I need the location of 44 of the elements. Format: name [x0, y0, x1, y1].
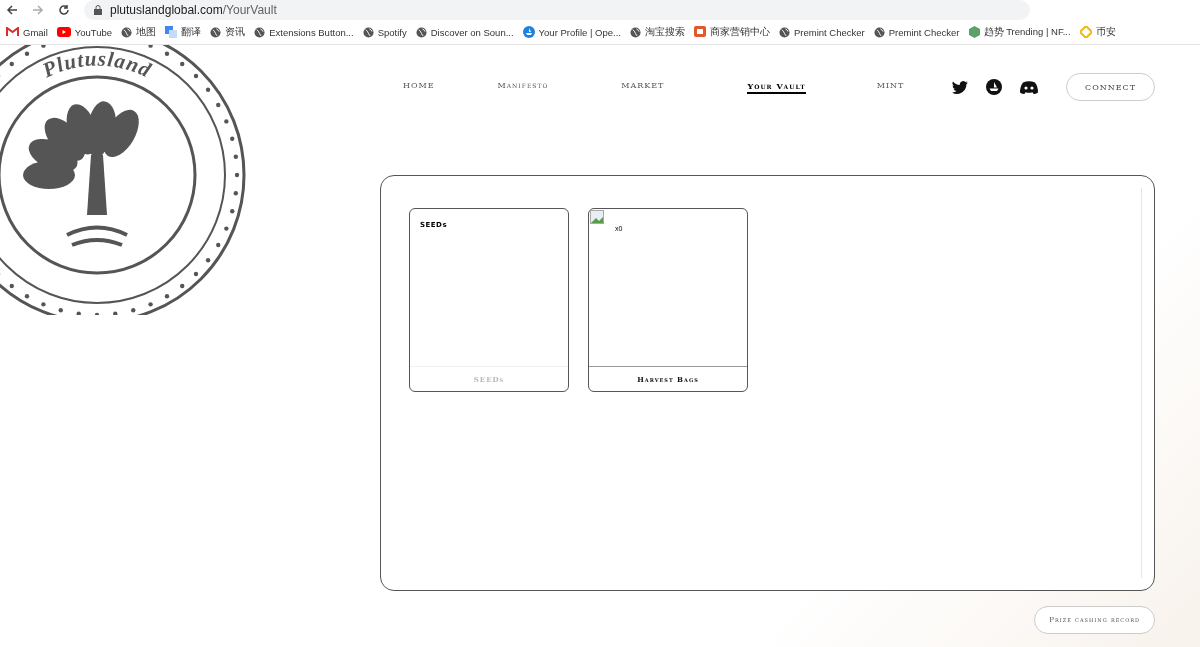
bookmark[interactable]: Discover on Soun... [415, 26, 514, 38]
bookmark[interactable]: Spotify [362, 26, 407, 38]
bookmark[interactable]: 资讯 [210, 25, 246, 39]
globe-icon [779, 26, 790, 38]
bird-icon[interactable] [952, 80, 968, 94]
nav-link[interactable]: Manifesto [497, 81, 549, 93]
nav-link[interactable]: HOME [403, 81, 435, 93]
bookmark[interactable]: Premint Checker [873, 26, 960, 38]
mail-icon [6, 27, 19, 37]
bookmark[interactable]: 翻译 [165, 25, 202, 39]
nav-link[interactable]: MINT [876, 81, 905, 93]
globe-icon [362, 26, 374, 38]
globe-icon [210, 26, 222, 38]
translate-icon [165, 26, 178, 38]
bookmark[interactable]: YouTube [56, 26, 113, 38]
diamond-icon [1079, 26, 1092, 38]
bookmark[interactable]: Premint Checker [779, 26, 865, 38]
bookmark[interactable]: 趋势 Trending | NF... [968, 25, 1071, 39]
globe-icon [630, 26, 641, 38]
bookmark[interactable]: Extensions Button... [254, 26, 354, 38]
back-icon[interactable] [6, 4, 18, 16]
globe-icon [121, 26, 133, 38]
hexagon-icon [968, 26, 980, 38]
play-icon [56, 27, 71, 37]
reload-icon[interactable] [58, 4, 70, 16]
shop-icon [694, 26, 706, 38]
bookmark[interactable]: 商家营销中心 [694, 25, 770, 39]
nav-link[interactable]: Your Vault [747, 80, 806, 94]
boat-icon[interactable] [986, 79, 1002, 95]
globe-icon [254, 26, 266, 38]
address-bar[interactable]: plutuslandglobal.com/YourVault [84, 0, 1030, 20]
bookmark[interactable]: 地图 [121, 25, 157, 39]
bookmark[interactable]: 币安 [1079, 25, 1116, 39]
connect-button[interactable]: CONNECT [1066, 73, 1155, 101]
boat-icon [522, 26, 535, 38]
gamepad-icon[interactable] [1020, 80, 1038, 94]
nav-link[interactable]: MARKET [621, 81, 665, 93]
globe-icon [415, 26, 427, 38]
bookmark[interactable]: 淘宝搜索 [630, 25, 685, 39]
broken-image-icon [590, 210, 604, 224]
globe-icon [873, 26, 885, 38]
lock-icon [94, 5, 102, 15]
bookmark[interactable]: Your Profile | Ope... [522, 26, 621, 38]
bookmark[interactable]: Gmail [6, 26, 48, 38]
